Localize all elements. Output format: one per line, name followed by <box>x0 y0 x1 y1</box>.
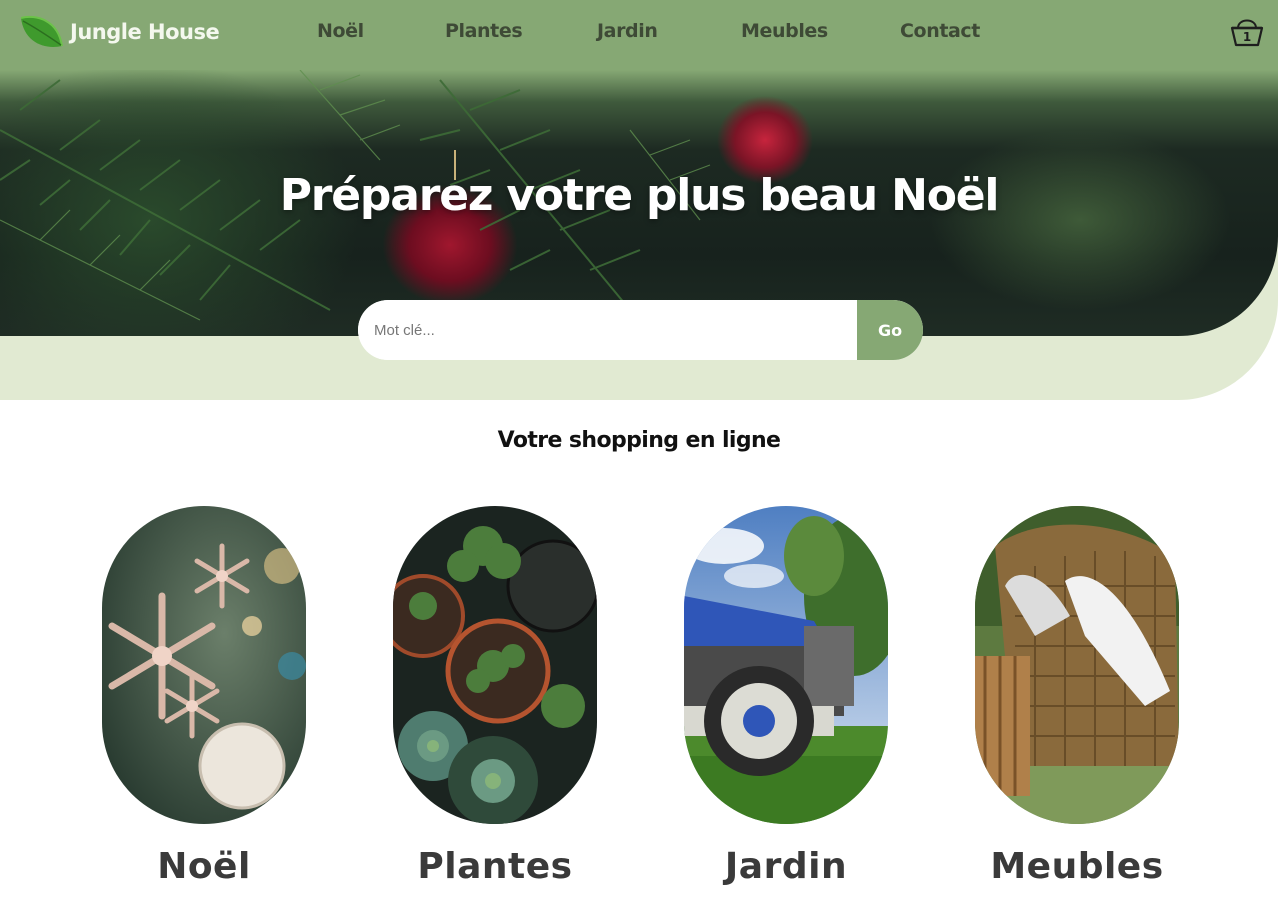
search-input[interactable] <box>358 300 857 360</box>
nav-item-noel[interactable]: Noël <box>317 20 364 42</box>
category-label-meubles: Meubles <box>990 846 1164 887</box>
cart-count: 1 <box>1243 30 1251 44</box>
hero-title: Préparez votre plus beau Noël <box>279 170 1000 221</box>
cart-button[interactable]: 1 <box>1228 14 1266 54</box>
home-logo-link[interactable]: Jungle House <box>18 12 220 52</box>
hero-section: Préparez votre plus beau Noël Go <box>0 70 1278 400</box>
category-image-noel <box>102 506 306 824</box>
category-image-meubles <box>975 506 1179 824</box>
nav-item-contact[interactable]: Contact <box>900 20 980 42</box>
nav-item-meubles[interactable]: Meubles <box>741 20 828 42</box>
category-label-plantes: Plantes <box>417 846 573 887</box>
category-image-jardin <box>684 506 888 824</box>
leaf-logo-icon <box>18 12 64 52</box>
category-label-jardin: Jardin <box>724 846 848 887</box>
shop-section-title: Votre shopping en ligne <box>497 428 781 453</box>
nav-item-jardin[interactable]: Jardin <box>597 20 658 42</box>
category-card-meubles[interactable]: Meubles <box>975 506 1179 887</box>
category-label-noel: Noël <box>157 846 251 887</box>
category-image-plantes <box>393 506 597 824</box>
brand-name: Jungle House <box>70 20 220 44</box>
basket-icon: 1 <box>1230 19 1264 47</box>
nav-item-plantes[interactable]: Plantes <box>445 20 523 42</box>
site-header: Jungle House Noël Plantes Jardin Meubles… <box>0 0 1278 70</box>
category-card-jardin[interactable]: Jardin <box>684 506 888 887</box>
search-bar: Go <box>358 300 923 360</box>
search-go-button[interactable]: Go <box>857 300 923 360</box>
category-card-noel[interactable]: Noël <box>102 506 306 887</box>
category-card-plantes[interactable]: Plantes <box>393 506 597 887</box>
